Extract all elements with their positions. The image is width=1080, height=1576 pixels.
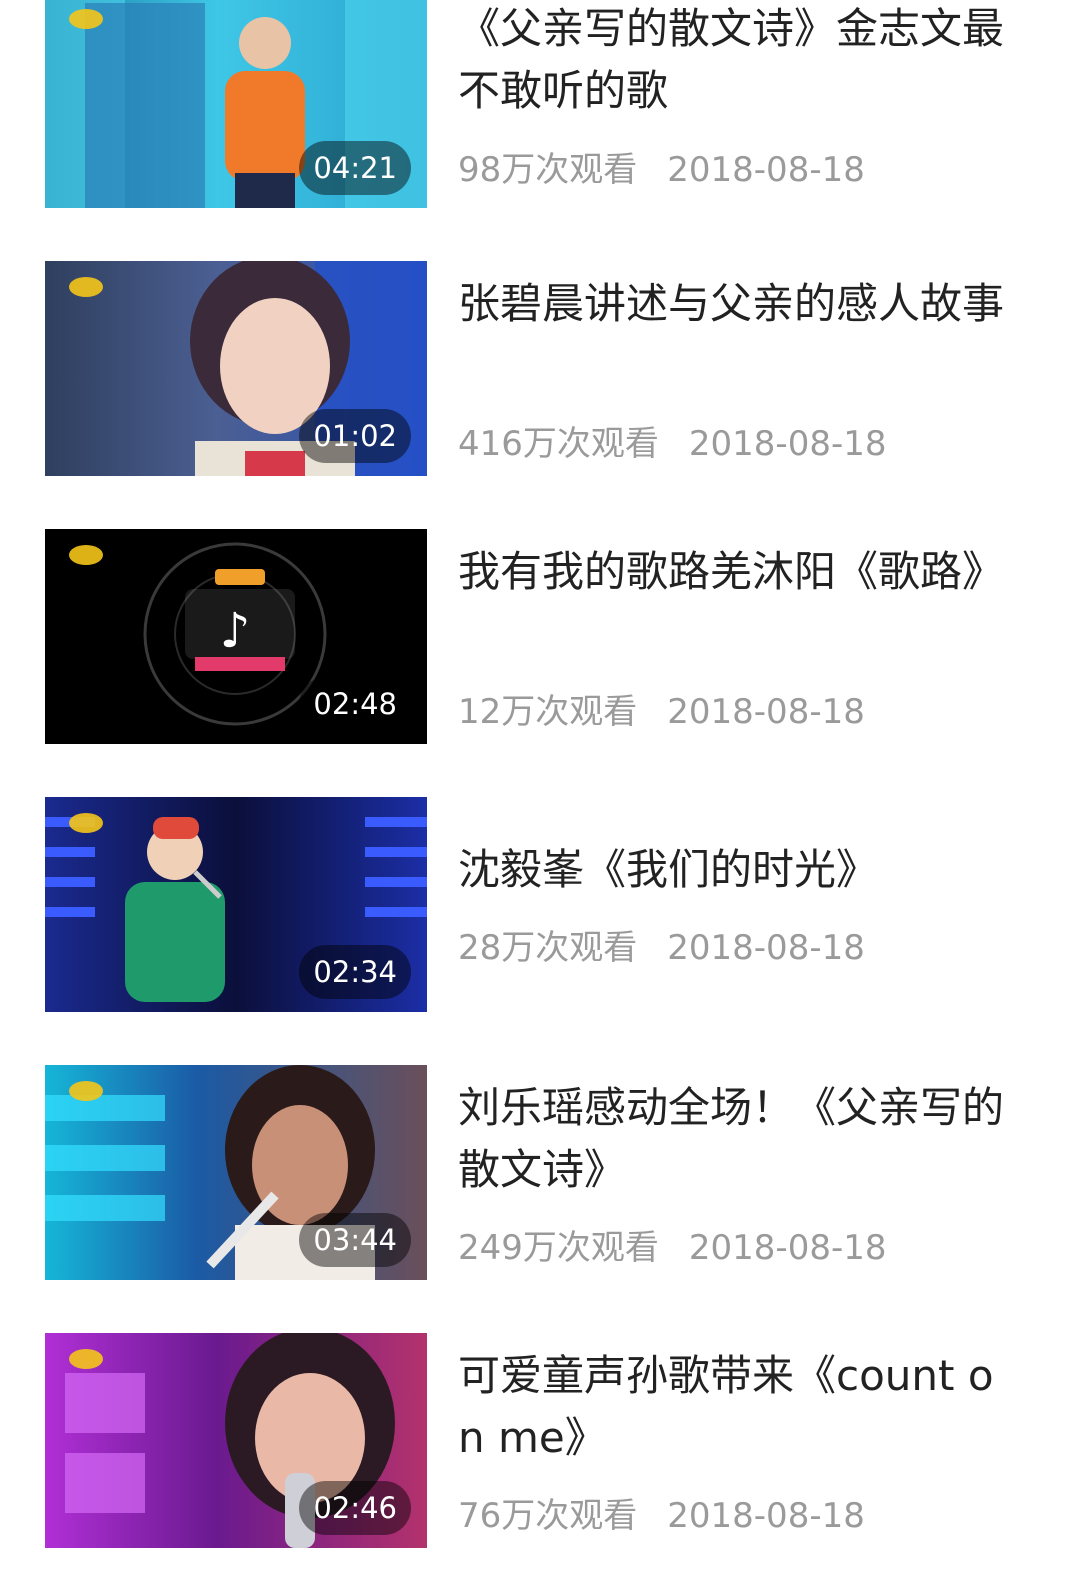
video-item[interactable]: 02:34 沈毅峯《我们的时光》 28万次观看 2018-08-18: [0, 797, 1080, 1013]
video-title[interactable]: 《父亲写的散文诗》金志文最不敢听的歌: [458, 0, 1018, 122]
video-title[interactable]: 张碧晨讲述与父亲的感人故事: [458, 273, 1018, 335]
video-thumbnail[interactable]: 02:46: [45, 1333, 427, 1548]
video-thumbnail[interactable]: 04:21: [45, 0, 427, 208]
channel-logo: [69, 1081, 103, 1101]
video-title[interactable]: 刘乐瑶感动全场！《父亲写的散文诗》: [458, 1077, 1018, 1201]
channel-logo: [69, 545, 103, 565]
view-count: 76万次观看: [458, 1496, 638, 1536]
video-thumbnail[interactable]: 01:02: [45, 261, 427, 476]
channel-logo: [69, 9, 103, 29]
duration-badge: 02:46: [299, 1481, 411, 1535]
video-meta: 98万次观看 2018-08-18: [458, 148, 865, 192]
view-count: 28万次观看: [458, 928, 638, 968]
duration-badge: 02:34: [299, 945, 411, 999]
publish-date: 2018-08-18: [667, 1496, 865, 1536]
video-meta: 28万次观看 2018-08-18: [458, 926, 865, 970]
video-title[interactable]: 沈毅峯《我们的时光》: [458, 839, 1018, 901]
video-meta: 416万次观看 2018-08-18: [458, 422, 887, 466]
video-thumbnail[interactable]: ♪ 02:48: [45, 529, 427, 744]
video-meta: 249万次观看 2018-08-18: [458, 1226, 887, 1270]
view-count: 416万次观看: [458, 424, 659, 464]
view-count: 12万次观看: [458, 692, 638, 732]
video-item[interactable]: 02:46 可爱童声孙歌带来《count on me》 76万次观看 2018-0…: [0, 1333, 1080, 1549]
svg-text:♪: ♪: [220, 603, 251, 659]
publish-date: 2018-08-18: [667, 150, 865, 190]
video-title[interactable]: 可爱童声孙歌带来《count on me》: [458, 1345, 1018, 1469]
publish-date: 2018-08-18: [688, 424, 887, 464]
channel-logo: [69, 277, 103, 297]
video-item[interactable]: 03:44 刘乐瑶感动全场！《父亲写的散文诗》 249万次观看 2018-08-1…: [0, 1065, 1080, 1281]
publish-date: 2018-08-18: [667, 692, 865, 732]
duration-badge: 03:44: [299, 1213, 411, 1267]
video-item[interactable]: ♪ 02:48 我有我的歌路羌沐阳《歌路》 12万次观看 2018-08-18: [0, 529, 1080, 745]
duration-badge: 04:21: [299, 141, 411, 195]
view-count: 98万次观看: [458, 150, 638, 190]
video-thumbnail[interactable]: 02:34: [45, 797, 427, 1012]
video-item[interactable]: 04:21 《父亲写的散文诗》金志文最不敢听的歌 98万次观看 2018-08-1…: [0, 0, 1080, 209]
video-meta: 76万次观看 2018-08-18: [458, 1494, 865, 1538]
duration-badge: 02:48: [299, 677, 411, 731]
video-list: 04:21 《父亲写的散文诗》金志文最不敢听的歌 98万次观看 2018-08-1…: [0, 0, 1080, 1576]
video-title[interactable]: 我有我的歌路羌沐阳《歌路》: [458, 541, 1018, 603]
publish-date: 2018-08-18: [667, 928, 865, 968]
duration-badge: 01:02: [299, 409, 411, 463]
video-item[interactable]: 01:02 张碧晨讲述与父亲的感人故事 416万次观看 2018-08-18: [0, 261, 1080, 477]
publish-date: 2018-08-18: [688, 1228, 887, 1268]
view-count: 249万次观看: [458, 1228, 659, 1268]
channel-logo: [69, 1349, 103, 1369]
video-meta: 12万次观看 2018-08-18: [458, 690, 865, 734]
video-thumbnail[interactable]: 03:44: [45, 1065, 427, 1280]
channel-logo: [69, 813, 103, 833]
